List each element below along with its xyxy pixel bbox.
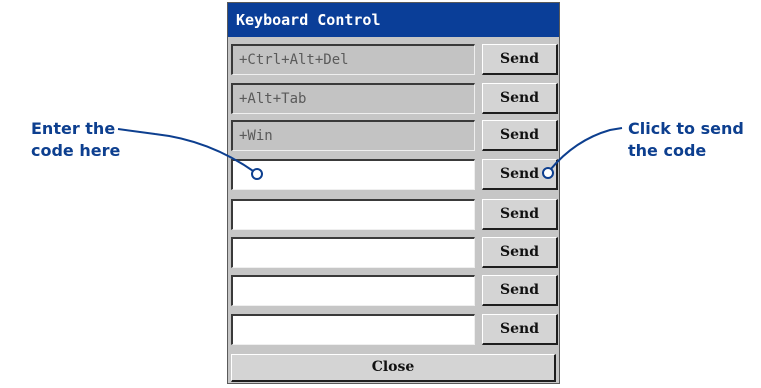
preset-row-ctrl-alt-del: +Ctrl+Alt+Del Send bbox=[231, 44, 558, 75]
callout-text-line: Click to send bbox=[628, 119, 744, 138]
custom-row-3: Send bbox=[231, 237, 558, 268]
send-code-leader-line bbox=[549, 127, 623, 171]
custom-row-4: Send bbox=[231, 275, 558, 306]
custom-row-1: Send bbox=[231, 159, 558, 190]
code-field[interactable]: +Win bbox=[231, 120, 475, 151]
preset-row-alt-tab: +Alt+Tab Send bbox=[231, 83, 558, 114]
custom-row-2: Send bbox=[231, 199, 558, 230]
code-field[interactable]: +Alt+Tab bbox=[231, 83, 475, 114]
send-button[interactable]: Send bbox=[482, 314, 558, 345]
preset-row-win: +Win Send bbox=[231, 120, 558, 151]
send-button[interactable]: Send bbox=[482, 44, 558, 75]
keyboard-control-panel: Keyboard Control +Ctrl+Alt+Del Send +Alt… bbox=[227, 2, 560, 384]
callout-text-line: the code bbox=[628, 141, 707, 160]
send-button[interactable]: Send bbox=[482, 199, 558, 230]
send-code-callout: Click to send the code bbox=[628, 118, 744, 162]
send-button[interactable]: Send bbox=[482, 237, 558, 268]
code-input[interactable] bbox=[231, 314, 475, 345]
enter-code-callout: Enter the code here bbox=[31, 118, 120, 162]
code-input[interactable] bbox=[231, 237, 475, 268]
close-button[interactable]: Close bbox=[231, 354, 556, 382]
send-button[interactable]: Send bbox=[482, 159, 558, 190]
callout-text-line: code here bbox=[31, 141, 121, 160]
callout-text-line: Enter the bbox=[31, 119, 116, 138]
send-button[interactable]: Send bbox=[482, 275, 558, 306]
code-input[interactable] bbox=[231, 275, 475, 306]
code-input[interactable] bbox=[231, 159, 475, 190]
code-input[interactable] bbox=[231, 199, 475, 230]
send-button[interactable]: Send bbox=[482, 83, 558, 114]
custom-row-5: Send bbox=[231, 314, 558, 345]
code-field[interactable]: +Ctrl+Alt+Del bbox=[231, 44, 475, 75]
panel-title: Keyboard Control bbox=[228, 3, 559, 37]
send-button[interactable]: Send bbox=[482, 120, 558, 151]
